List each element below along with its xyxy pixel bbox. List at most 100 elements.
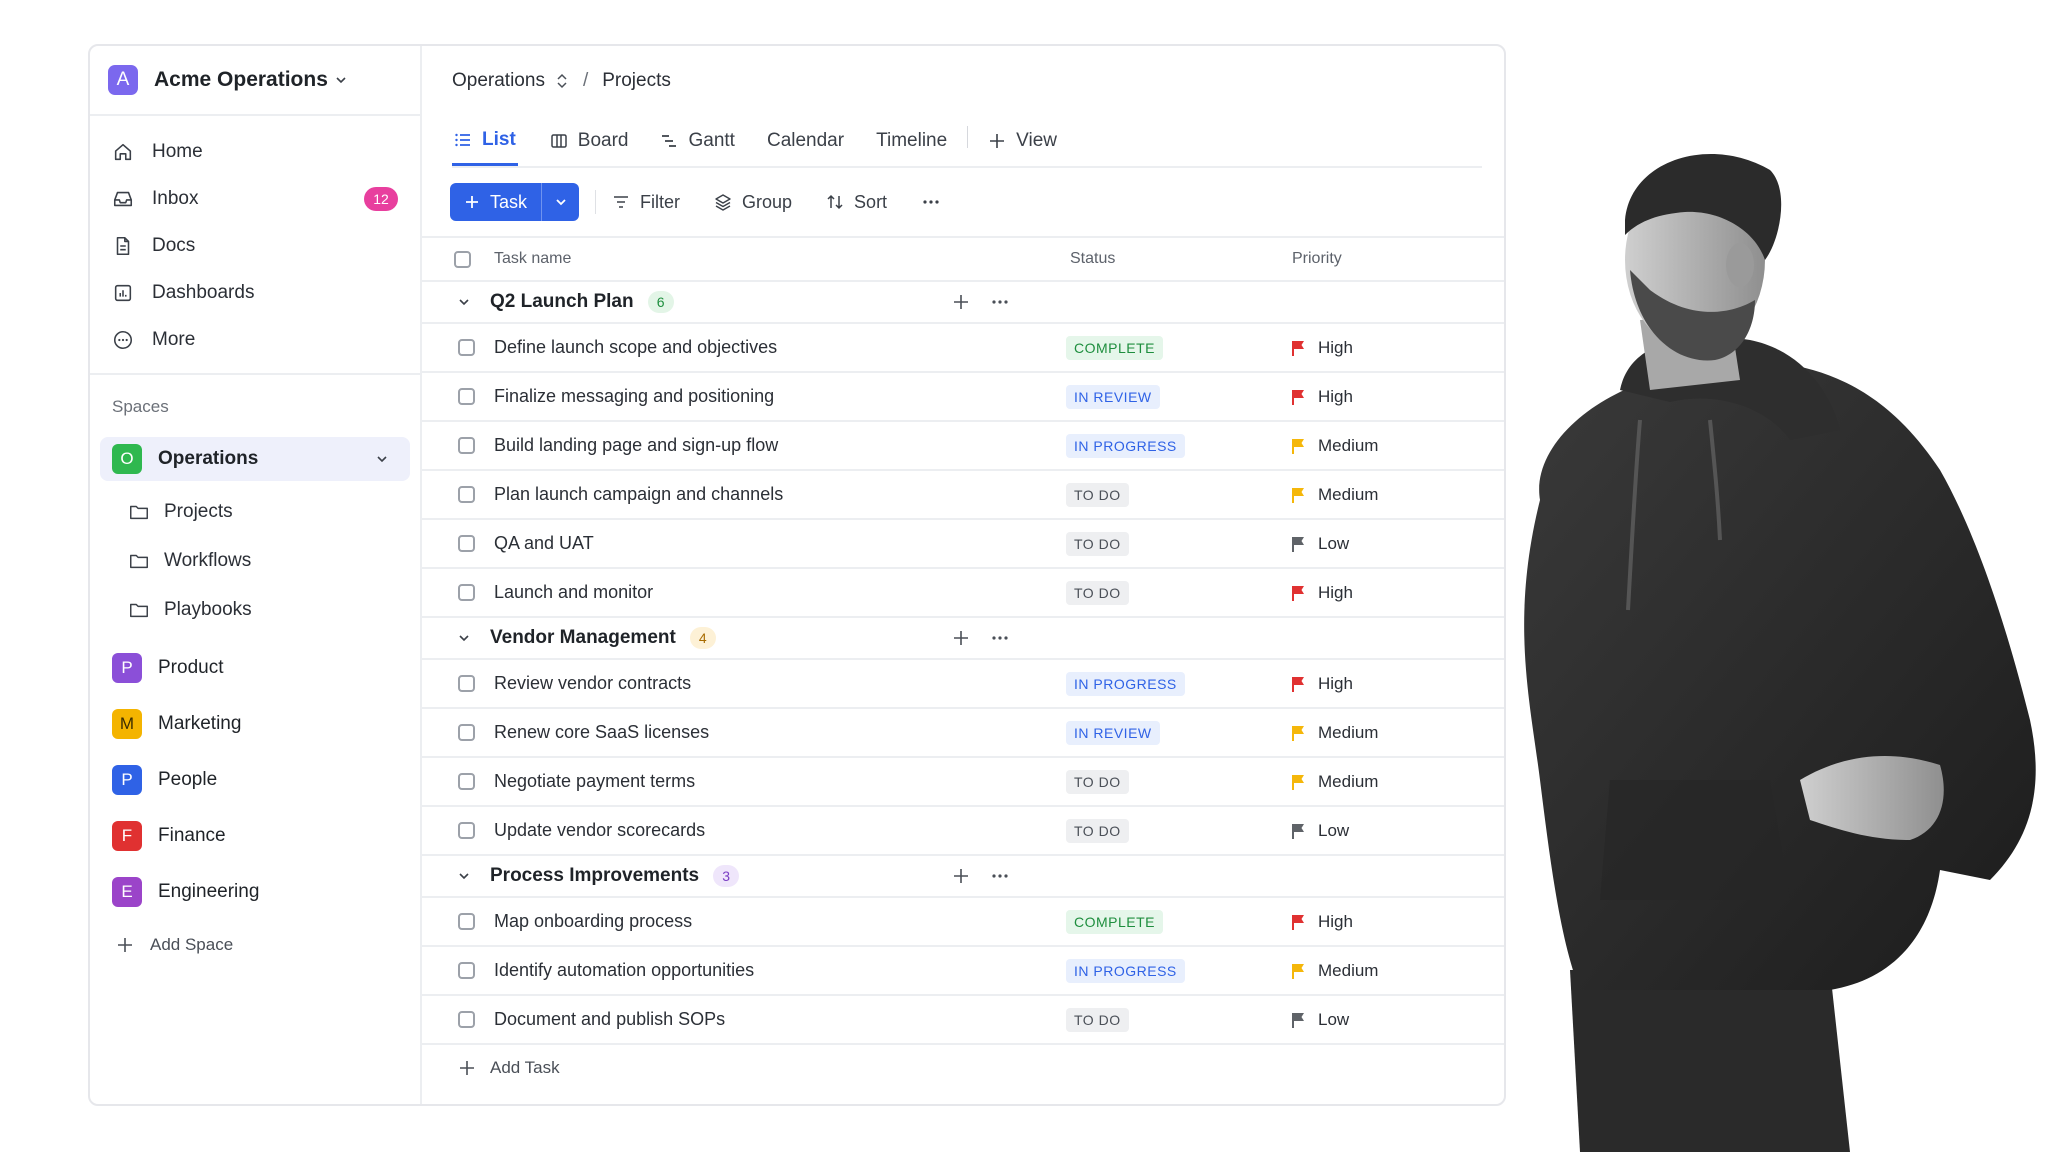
task-checkbox[interactable] bbox=[458, 1011, 475, 1028]
table-row[interactable]: Build landing page and sign-up flow IN PR… bbox=[422, 422, 1504, 471]
task-name[interactable]: Document and publish SOPs bbox=[494, 1009, 725, 1030]
task-name[interactable]: Review vendor contracts bbox=[494, 673, 691, 694]
tab-calendar[interactable]: Calendar bbox=[767, 116, 844, 162]
task-name[interactable]: QA and UAT bbox=[494, 533, 594, 554]
task-checkbox[interactable] bbox=[458, 822, 475, 839]
space-engineering[interactable]: E Engineering bbox=[90, 864, 420, 920]
group-header[interactable]: Process Improvements 3 bbox=[422, 856, 1504, 898]
status-badge[interactable]: IN PROGRESS bbox=[1066, 671, 1185, 696]
status-badge[interactable]: TO DO bbox=[1066, 818, 1129, 843]
chevron-updown-icon[interactable] bbox=[555, 72, 569, 90]
table-row[interactable]: Review vendor contracts IN PROGRESS High bbox=[422, 660, 1504, 709]
status-badge[interactable]: IN PROGRESS bbox=[1066, 958, 1185, 983]
task-name[interactable]: Renew core SaaS licenses bbox=[494, 722, 709, 743]
task-name[interactable]: Update vendor scorecards bbox=[494, 820, 705, 841]
space-operations[interactable]: O Operations bbox=[100, 437, 410, 481]
tab-timeline[interactable]: Timeline bbox=[876, 116, 947, 162]
tab-list[interactable]: List bbox=[452, 116, 518, 166]
table-row[interactable]: Renew core SaaS licenses IN REVIEW Medium bbox=[422, 709, 1504, 758]
ellipsis-icon[interactable] bbox=[990, 628, 1010, 648]
table-row[interactable]: Map onboarding process COMPLETE High bbox=[422, 898, 1504, 947]
chevron-down-icon[interactable] bbox=[374, 451, 390, 467]
task-name[interactable]: Negotiate payment terms bbox=[494, 771, 695, 792]
add-task-row[interactable]: Add Task bbox=[422, 1045, 1504, 1091]
nav-item-dashboards[interactable]: Dashboards bbox=[90, 269, 420, 316]
table-row[interactable]: Finalize messaging and positioning IN REV… bbox=[422, 373, 1504, 422]
group-button[interactable]: Group bbox=[714, 192, 792, 213]
more-options-button[interactable] bbox=[921, 192, 941, 212]
table-row[interactable]: Launch and monitor TO DO High bbox=[422, 569, 1504, 618]
task-name[interactable]: Define launch scope and objectives bbox=[494, 337, 777, 358]
add-task-button[interactable]: Task bbox=[450, 183, 542, 221]
filter-button[interactable]: Filter bbox=[612, 192, 680, 213]
priority-cell[interactable]: High bbox=[1290, 912, 1353, 932]
table-row[interactable]: Negotiate payment terms TO DO Medium bbox=[422, 758, 1504, 807]
ellipsis-icon[interactable] bbox=[990, 292, 1010, 312]
priority-cell[interactable]: Low bbox=[1290, 1010, 1349, 1030]
breadcrumb-page[interactable]: Projects bbox=[602, 70, 671, 92]
priority-cell[interactable]: High bbox=[1290, 387, 1353, 407]
column-header-status[interactable]: Status bbox=[1070, 250, 1115, 268]
space-product[interactable]: P Product bbox=[90, 640, 420, 696]
group-header[interactable]: Vendor Management 4 bbox=[422, 618, 1504, 660]
tab-board[interactable]: Board bbox=[550, 116, 628, 162]
sort-button[interactable]: Sort bbox=[826, 192, 887, 213]
task-checkbox[interactable] bbox=[458, 584, 475, 601]
task-checkbox[interactable] bbox=[458, 962, 475, 979]
priority-cell[interactable]: Medium bbox=[1290, 772, 1378, 792]
task-checkbox[interactable] bbox=[458, 339, 475, 356]
task-checkbox[interactable] bbox=[458, 486, 475, 503]
priority-cell[interactable]: Low bbox=[1290, 821, 1349, 841]
status-badge[interactable]: COMPLETE bbox=[1066, 909, 1164, 934]
ellipsis-icon[interactable] bbox=[990, 866, 1010, 886]
column-header-name[interactable]: Task name bbox=[494, 250, 571, 268]
status-badge[interactable]: IN REVIEW bbox=[1066, 384, 1160, 409]
priority-cell[interactable]: Low bbox=[1290, 534, 1349, 554]
folder-workflows[interactable]: Workflows bbox=[90, 536, 420, 585]
select-all-checkbox[interactable] bbox=[454, 250, 471, 268]
task-checkbox[interactable] bbox=[458, 724, 475, 741]
table-row[interactable]: QA and UAT TO DO Low bbox=[422, 520, 1504, 569]
chevron-down-icon[interactable] bbox=[456, 630, 472, 646]
column-header-priority[interactable]: Priority bbox=[1292, 250, 1342, 268]
task-name[interactable]: Plan launch campaign and channels bbox=[494, 484, 783, 505]
status-badge[interactable]: IN REVIEW bbox=[1066, 720, 1160, 745]
task-name[interactable]: Launch and monitor bbox=[494, 582, 653, 603]
nav-item-docs[interactable]: Docs bbox=[90, 222, 420, 269]
folder-playbooks[interactable]: Playbooks bbox=[90, 585, 420, 634]
plus-icon[interactable] bbox=[952, 629, 970, 647]
tab-gantt[interactable]: Gantt bbox=[660, 116, 735, 162]
task-name[interactable]: Finalize messaging and positioning bbox=[494, 386, 774, 407]
status-badge[interactable]: TO DO bbox=[1066, 1007, 1129, 1032]
space-people[interactable]: P People bbox=[90, 752, 420, 808]
plus-icon[interactable] bbox=[952, 867, 970, 885]
priority-cell[interactable]: High bbox=[1290, 338, 1353, 358]
status-badge[interactable]: TO DO bbox=[1066, 580, 1129, 605]
plus-icon[interactable] bbox=[952, 293, 970, 311]
priority-cell[interactable]: High bbox=[1290, 674, 1353, 694]
status-badge[interactable]: IN PROGRESS bbox=[1066, 433, 1185, 458]
priority-cell[interactable]: Medium bbox=[1290, 436, 1378, 456]
task-checkbox[interactable] bbox=[458, 675, 475, 692]
status-badge[interactable]: TO DO bbox=[1066, 482, 1129, 507]
task-name[interactable]: Build landing page and sign-up flow bbox=[494, 435, 778, 456]
priority-cell[interactable]: High bbox=[1290, 583, 1353, 603]
task-checkbox[interactable] bbox=[458, 773, 475, 790]
breadcrumb-space[interactable]: Operations bbox=[452, 70, 545, 92]
priority-cell[interactable]: Medium bbox=[1290, 723, 1378, 743]
priority-cell[interactable]: Medium bbox=[1290, 961, 1378, 981]
chevron-down-icon[interactable] bbox=[456, 868, 472, 884]
task-name[interactable]: Map onboarding process bbox=[494, 911, 692, 932]
status-badge[interactable]: COMPLETE bbox=[1066, 335, 1164, 360]
table-row[interactable]: Define launch scope and objectives COMPLE… bbox=[422, 324, 1504, 373]
space-finance[interactable]: F Finance bbox=[90, 808, 420, 864]
nav-item-more[interactable]: More bbox=[90, 316, 420, 363]
table-row[interactable]: Plan launch campaign and channels TO DO Me… bbox=[422, 471, 1504, 520]
nav-item-inbox[interactable]: Inbox 12 bbox=[90, 175, 420, 222]
add-space-button[interactable]: Add Space bbox=[90, 920, 420, 970]
status-badge[interactable]: TO DO bbox=[1066, 531, 1129, 556]
task-checkbox[interactable] bbox=[458, 388, 475, 405]
group-header[interactable]: Q2 Launch Plan 6 bbox=[422, 282, 1504, 324]
space-marketing[interactable]: M Marketing bbox=[90, 696, 420, 752]
task-checkbox[interactable] bbox=[458, 913, 475, 930]
